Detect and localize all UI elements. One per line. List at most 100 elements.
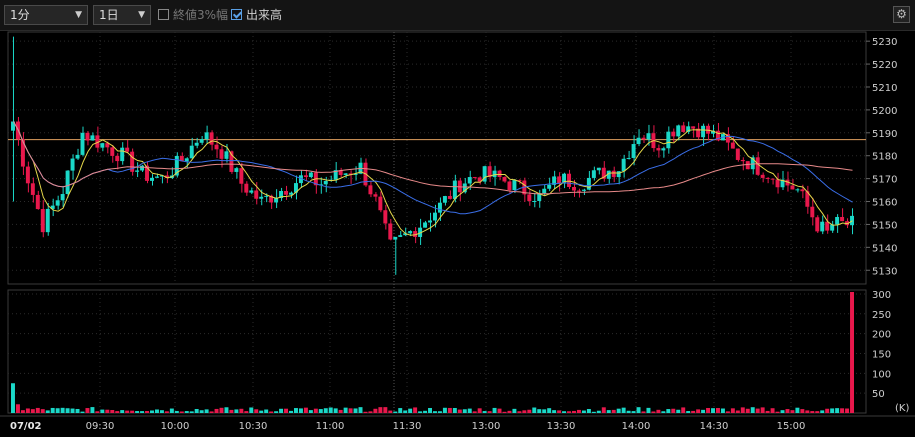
volume-bar [413,407,418,413]
candle-body [452,180,457,199]
candle-body [557,176,562,184]
volume-bar [547,408,552,413]
time-tick-label: 11:30 [393,421,422,432]
volume-bar [586,408,591,413]
candle-body [244,183,249,193]
volume-bar [214,408,219,413]
volume-bar [576,409,581,413]
volume-bar [358,407,363,413]
volume-tick-label: 250 [872,310,891,321]
volume-tick-label: 300 [872,290,891,301]
candle-body [100,143,105,148]
candle-body [442,196,447,203]
volume-bar [581,410,586,413]
volume-bar [785,409,790,413]
volume-bar [487,411,492,413]
volume-bar [661,411,666,413]
volume-bar [388,410,393,413]
volume-bar [512,408,517,413]
volume-bar [234,409,239,413]
candle-body [755,157,760,175]
candle-body [616,171,621,178]
candle-body [507,181,512,191]
volume-bar [219,407,224,413]
volume-bar [537,409,542,413]
volume-bar [254,409,259,413]
volume-bar [70,408,75,413]
candle-body [60,194,65,201]
candle-body [184,158,189,162]
candle-body [433,212,437,221]
volume-bar [591,411,596,413]
volume-bar [323,408,328,413]
candle-body [621,158,626,172]
volume-bar [189,411,194,413]
candle-body [502,177,507,182]
time-tick-label: 10:00 [161,421,190,432]
volume-bar [760,407,765,413]
volume-bar [641,411,646,413]
price-tick-label: 5160 [872,198,897,209]
price-tick-label: 5230 [872,37,897,48]
volume-bar [825,408,830,413]
volume-bar [25,408,30,413]
volume-bar [651,411,656,413]
volume-bar [239,408,244,413]
volume-bar [725,411,730,413]
candle-body [730,142,735,149]
volume-tick-label: 50 [872,389,885,400]
volume-bar [636,407,641,413]
volume-bar [35,407,40,413]
volume-bar [174,410,179,413]
volume-bar [527,409,532,413]
candle-body [308,172,313,178]
candle-body [378,196,383,211]
volume-bar [80,411,85,413]
volume-bar [720,408,725,413]
volume-bar [184,411,189,413]
volume-bar [522,410,527,413]
price-tick-label: 5190 [872,129,897,140]
candle-body [234,168,239,172]
volume-bar [363,411,368,413]
volume-bar [110,410,115,413]
volume-bar [621,407,626,413]
candle-body [303,175,308,178]
time-tick-label: 14:00 [622,421,651,432]
volume-unit-label: (K) [895,403,909,414]
volume-bar [135,411,140,413]
volume-bar [194,409,199,413]
volume-bar [169,408,174,413]
volume-bar [701,409,706,413]
candle-body [125,147,130,152]
candle-body [636,137,641,145]
volume-bar [730,408,735,413]
volume-tick-label: 150 [872,349,891,360]
candle-body [383,210,388,224]
volume-bar [815,411,820,413]
volume-bar [706,407,711,413]
volume-bar [572,410,576,413]
candle-body [467,177,472,184]
price-tick-label: 5210 [872,83,897,94]
candle-body [323,180,328,185]
candle-body [259,196,264,199]
volume-bar [835,408,840,413]
price-tick-label: 5170 [872,175,897,186]
volume-tick-label: 100 [872,369,891,380]
volume-bar [100,409,105,413]
volume-bar [259,410,264,413]
volume-bar [691,410,696,413]
chart-canvas[interactable]: 5230 5220 5210 5200 5190 5180 5170 5160 5150 5140… [0,0,915,437]
volume-bar [433,411,437,413]
candle-body [581,189,586,191]
candle-body [532,200,537,202]
candle-body [800,189,805,192]
volume-bar [75,408,80,413]
volume-bar [85,408,90,413]
candle-body [55,200,60,206]
candle-body [795,189,800,191]
candle-body [596,167,601,171]
volume-bar [423,410,428,413]
candle-body [408,231,413,234]
